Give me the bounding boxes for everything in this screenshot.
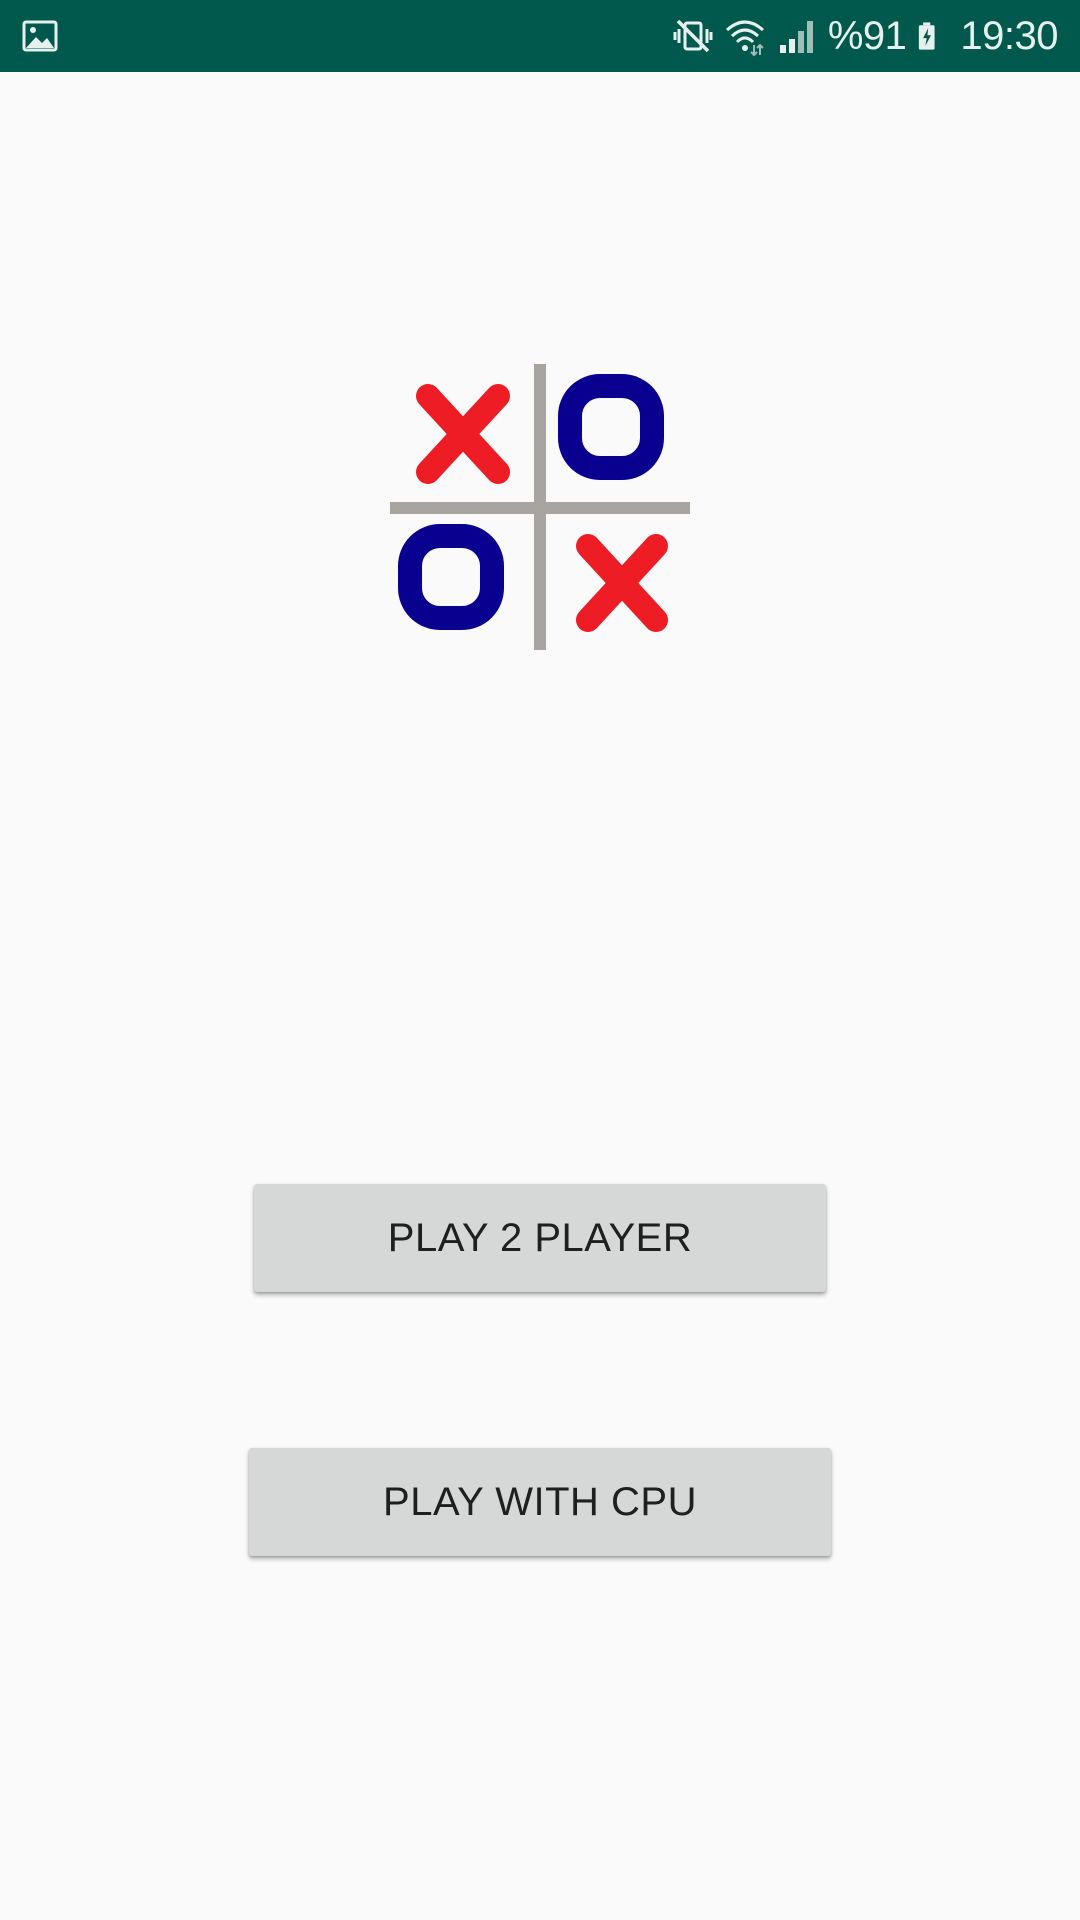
image-icon bbox=[22, 20, 58, 52]
status-clock: 19:30 bbox=[960, 13, 1058, 58]
play-with-cpu-button[interactable]: PLAY WITH CPU bbox=[249, 1448, 831, 1556]
logo-o-mark bbox=[398, 524, 504, 630]
signal-icon bbox=[779, 21, 813, 53]
logo-x-mark bbox=[576, 534, 668, 632]
battery-percentage: %91 bbox=[827, 13, 907, 58]
logo-grid-horizontal bbox=[390, 502, 690, 514]
vibrate-mute-icon bbox=[673, 19, 713, 53]
status-bar: %91 19:30 bbox=[0, 0, 1080, 72]
tic-tac-toe-logo bbox=[390, 364, 690, 650]
play-2-player-button[interactable]: PLAY 2 PLAYER bbox=[254, 1184, 826, 1292]
logo-x-mark bbox=[416, 384, 510, 484]
logo-o-mark bbox=[558, 374, 664, 480]
status-icons: %91 19:30 bbox=[672, 0, 1058, 72]
battery-charging-icon bbox=[919, 22, 935, 50]
wifi-icon bbox=[725, 20, 764, 57]
